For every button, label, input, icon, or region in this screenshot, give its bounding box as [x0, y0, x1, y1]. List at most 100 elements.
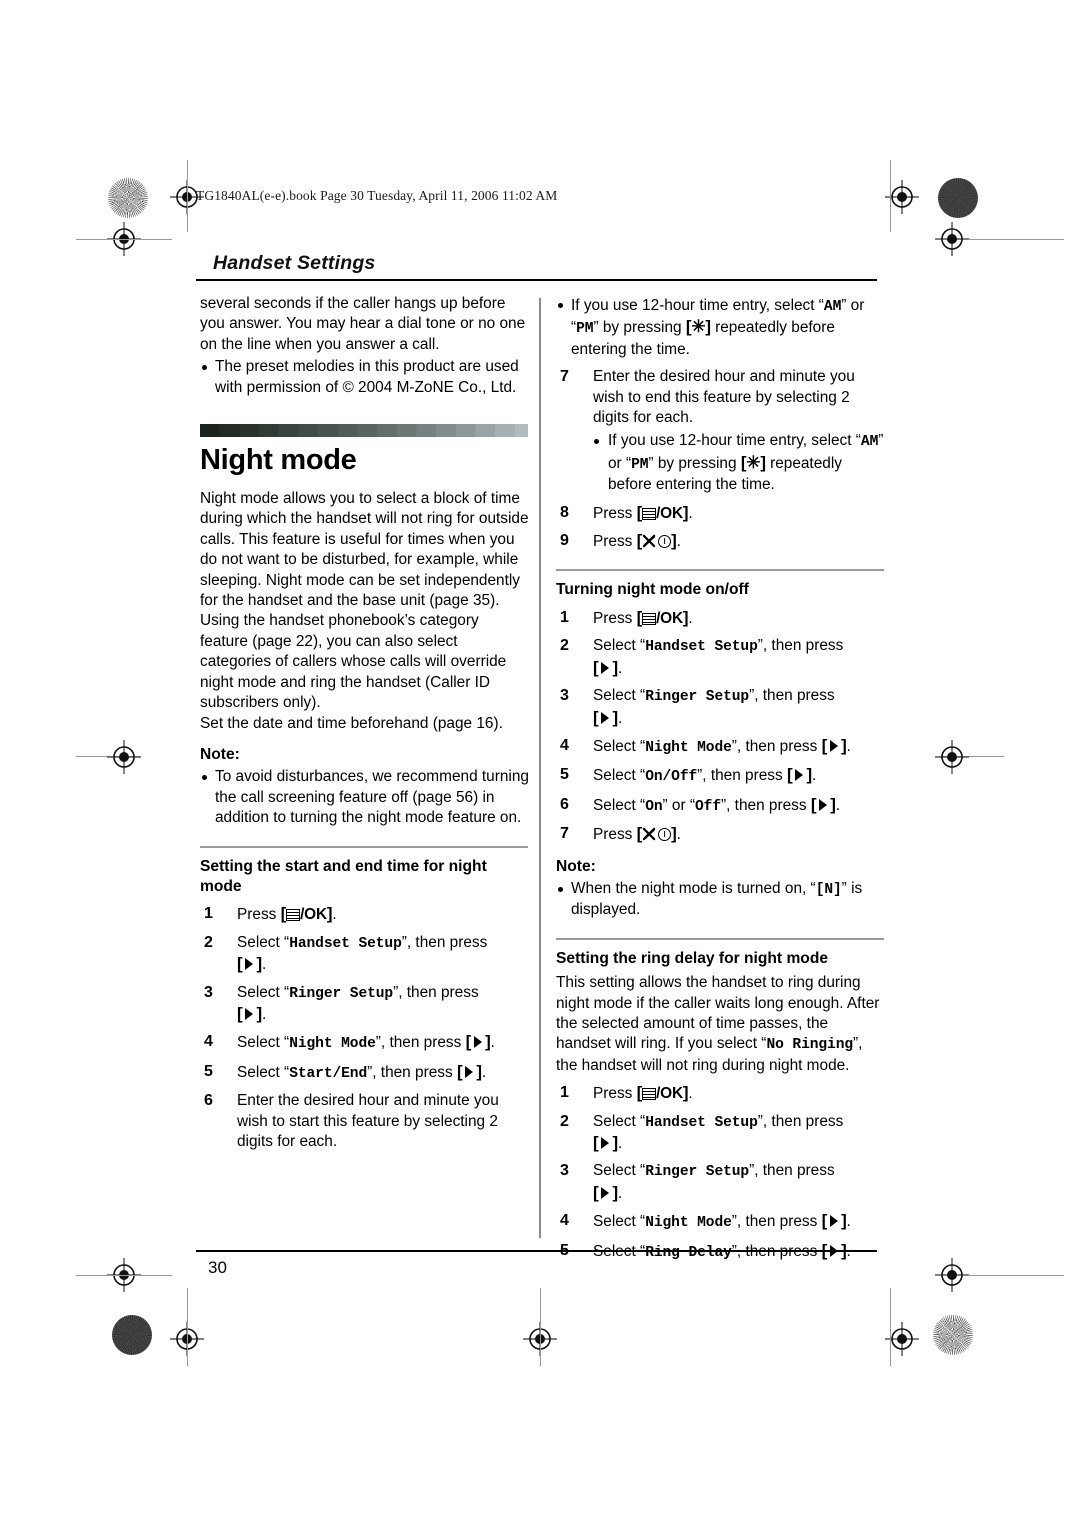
step-number: 8: [560, 503, 569, 521]
bullet-12hour-entry-start: If you use 12-hour time entry, select “A…: [556, 296, 886, 360]
step-number: 3: [560, 687, 569, 705]
step-text-post: .: [617, 659, 623, 677]
right-arrow-icon: [601, 1186, 610, 1199]
running-head: Handset Settings: [213, 252, 376, 274]
step-text-mid: ”, then press: [393, 983, 479, 1001]
star-icon: ✳: [746, 452, 761, 472]
step-text-mid: ”, then press: [749, 1162, 835, 1180]
key-right-arrow: []: [237, 1003, 262, 1023]
menu-value-am: AM: [823, 299, 842, 315]
trim-line-right-bottom: [890, 1288, 891, 1366]
right-arrow-icon: [465, 1065, 474, 1078]
section-rule: [556, 569, 884, 572]
right-arrow-icon: [245, 958, 254, 971]
step-text-post: .: [617, 709, 623, 727]
menu-item-name: Handset Setup: [645, 1114, 758, 1131]
right-arrow-icon: [474, 1036, 483, 1049]
step-text-mid: ”, then press: [749, 687, 835, 705]
power-icon: [658, 828, 672, 842]
trim-line-top-left: [76, 239, 172, 240]
step-text-pre: Press: [593, 504, 637, 522]
right-arrow-icon: [830, 1215, 839, 1228]
step-item: 4 Select “Night Mode”, then press [].: [200, 1032, 530, 1054]
step-text-post: .: [332, 906, 337, 924]
step-text-mid: ”, then press: [375, 1034, 466, 1052]
step-item: 7 Press [].: [556, 824, 886, 845]
right-arrow-icon: [830, 739, 839, 752]
menu-item-name: Handset Setup: [289, 935, 402, 952]
step-number: 2: [560, 637, 569, 655]
bullet-12hour-entry-end: If you use 12-hour time entry, select “A…: [593, 431, 886, 495]
step-text-pre: Select “: [237, 933, 290, 951]
column-divider: [539, 298, 541, 1238]
key-menu-ok: [/OK]: [636, 502, 689, 522]
menu-value-pm: PM: [576, 321, 594, 338]
step-number: 5: [204, 1062, 213, 1080]
key-right-arrow: []: [810, 794, 836, 814]
step-item: 3 Select “Ringer Setup”, then press [].: [556, 1161, 886, 1204]
menu-item-name: Start/End: [289, 1065, 368, 1082]
registration-target-lower-right: [935, 1258, 969, 1292]
step-text-post: .: [617, 1135, 623, 1152]
note-bullet-night-indicator: When the night mode is turned on, “[N]” …: [556, 879, 886, 921]
key-menu-ok: [/OK]: [636, 1083, 689, 1103]
menu-value-pm: PM: [631, 456, 649, 473]
key-right-arrow: []: [465, 1032, 491, 1052]
step-text: Enter the desired hour and minute you wi…: [593, 368, 855, 427]
step-number: 4: [560, 1212, 569, 1230]
step-item: 2 Select “Handset Setup”, then press [].: [556, 636, 886, 679]
trim-line-left-bottom: [187, 1288, 188, 1366]
step-item: 8 Press [/OK].: [556, 503, 886, 524]
rosette-mark-top-left: [108, 178, 148, 218]
ring-delay-paragraph: This setting allows the handset to ring …: [556, 973, 886, 1076]
key-star: [✳]: [685, 317, 711, 337]
right-arrow-icon: [601, 711, 610, 724]
rosette-mark-bottom-right: [933, 1315, 973, 1355]
step-text: Enter the desired hour and minute you wi…: [237, 1092, 499, 1150]
key-phone-off-power: []: [636, 824, 677, 844]
display-indicator-n: [N]: [815, 881, 842, 898]
step-text-post: .: [261, 956, 267, 974]
menu-item-name: Night Mode: [645, 739, 732, 756]
menu-icon: [642, 507, 657, 520]
menu-value-off: Off: [695, 798, 721, 815]
trim-line-top-right: [968, 239, 1064, 240]
step-number: 3: [560, 1162, 569, 1180]
menu-icon: [642, 612, 657, 625]
menu-item-name: Ring Delay: [645, 1244, 732, 1261]
step-item: 1 Press [/OK].: [200, 904, 530, 925]
step-item: 4 Select “Night Mode”, then press [].: [556, 736, 886, 758]
step-text-pre: Select “: [593, 767, 646, 785]
step-number: 5: [560, 766, 569, 784]
step-text-mid: ” or “: [662, 796, 696, 814]
step-item: 6 Select “On” or “Off”, then press [].: [556, 795, 886, 817]
trim-line-bottom-right: [968, 1275, 1064, 1276]
step-item: 5 Select “Start/End”, then press [].: [200, 1062, 530, 1084]
menu-value-no-ringing: No Ringing: [766, 1037, 854, 1054]
step-number: 1: [560, 608, 569, 626]
step-number: 1: [560, 1084, 569, 1102]
menu-value-on: On: [645, 798, 663, 815]
menu-icon: [286, 909, 301, 922]
section-heading-ring-delay: Setting the ring delay for night mode: [556, 949, 829, 967]
step-number: 6: [204, 1092, 213, 1110]
step-text-mid: ”, then press: [757, 637, 844, 655]
right-arrow-icon: [601, 661, 610, 674]
section-rule: [556, 937, 884, 940]
step-number: 2: [560, 1112, 569, 1130]
chapter-title: Night mode: [200, 444, 357, 477]
step-text-pre: Press: [237, 906, 281, 924]
step-item: 7 Enter the desired hour and minute you …: [556, 367, 886, 495]
step-number: 2: [204, 933, 213, 951]
step-text-post: .: [835, 796, 841, 814]
note-label: Note:: [556, 857, 596, 875]
trim-line-center-bottom: [540, 1288, 541, 1366]
power-icon: [658, 535, 672, 549]
key-right-arrow: []: [593, 1133, 618, 1152]
bullet-text-mid2: ” by pressing: [593, 319, 686, 337]
step-text-mid2: ”, then press: [721, 796, 811, 814]
step-text-pre: Select “: [593, 637, 646, 655]
step-text-mid: ”, then press: [731, 737, 822, 755]
menu-item-name: Ringer Setup: [645, 689, 750, 706]
right-arrow-icon: [245, 1007, 254, 1020]
